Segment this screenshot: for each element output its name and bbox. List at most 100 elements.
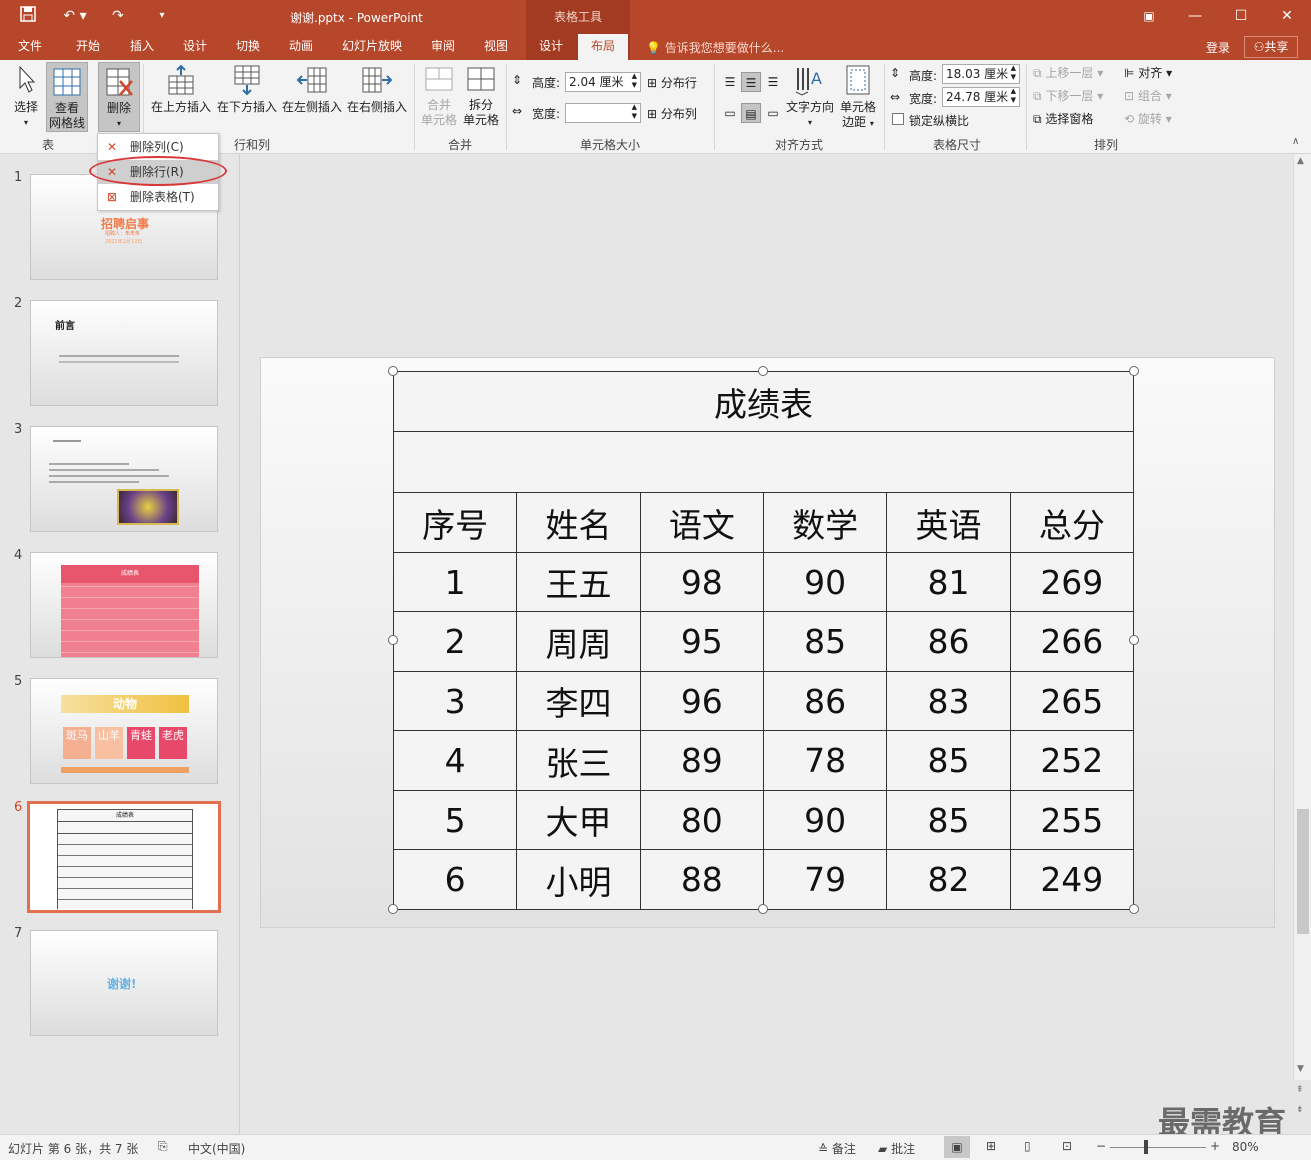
align-left-icon[interactable]: ☰ bbox=[720, 72, 740, 92]
zoom-in-icon[interactable]: + bbox=[1210, 1139, 1220, 1153]
table-cell[interactable]: 81 bbox=[886, 552, 1011, 612]
undo-icon[interactable]: ↶ ▾ bbox=[60, 6, 90, 26]
cell-margins-button[interactable]: 单元格 边距 ▾ bbox=[838, 64, 878, 131]
slide-thumbnail-3[interactable] bbox=[30, 426, 218, 532]
tab-home[interactable]: 开始 bbox=[66, 34, 110, 60]
resize-handle[interactable] bbox=[388, 635, 398, 645]
table-cell[interactable]: 265 bbox=[1009, 671, 1135, 731]
table-cell[interactable]: 王五 bbox=[516, 552, 641, 612]
insert-right-button[interactable]: 在右侧插入 bbox=[344, 64, 410, 115]
table-cell[interactable]: 78 bbox=[762, 730, 888, 791]
next-slide-icon[interactable]: ⇟ bbox=[1296, 1105, 1304, 1115]
align-center-icon[interactable]: ☰ bbox=[741, 72, 761, 92]
align-button[interactable]: ⊫ 对齐 ▾ bbox=[1124, 66, 1172, 81]
table-cell[interactable]: 85 bbox=[762, 611, 888, 672]
spellcheck-icon[interactable]: ⎘ bbox=[158, 1139, 168, 1154]
slide-thumbnail-5[interactable]: 动物 斑马 山羊 青蛙 老虎 bbox=[30, 678, 218, 784]
insert-above-button[interactable]: 在上方插入 bbox=[148, 64, 214, 115]
table-cell[interactable]: 255 bbox=[1009, 790, 1135, 850]
tab-slideshow[interactable]: 幻灯片放映 bbox=[334, 34, 410, 60]
save-icon[interactable] bbox=[18, 6, 38, 26]
header-cell[interactable]: 姓名 bbox=[516, 492, 641, 553]
send-backward-button[interactable]: ⧉ 下移一层 ▾ bbox=[1033, 89, 1103, 104]
login-link[interactable]: 登录 bbox=[1206, 39, 1230, 56]
scroll-up-icon[interactable]: ▲ bbox=[1297, 156, 1304, 166]
table-cell[interactable]: 李四 bbox=[516, 671, 641, 731]
table-cell[interactable]: 83 bbox=[886, 671, 1011, 731]
bring-forward-button[interactable]: ⧉ 上移一层 ▾ bbox=[1033, 66, 1103, 81]
table-cell[interactable]: 4 bbox=[392, 730, 518, 791]
tab-view[interactable]: 视图 bbox=[474, 34, 518, 60]
language-indicator[interactable]: 中文(中国) bbox=[188, 1140, 245, 1157]
table-cell[interactable]: 88 bbox=[639, 849, 764, 910]
lock-aspect-checkbox[interactable] bbox=[892, 113, 904, 125]
table-width-input[interactable]: 24.78 厘米 ▲ ▼ bbox=[942, 87, 1020, 107]
tab-review[interactable]: 审阅 bbox=[421, 34, 465, 60]
table-cell[interactable]: 小明 bbox=[516, 849, 641, 910]
resize-handle[interactable] bbox=[758, 904, 768, 914]
scroll-thumb[interactable] bbox=[1297, 809, 1309, 934]
table-cell[interactable]: 86 bbox=[762, 671, 888, 731]
table-cell[interactable]: 80 bbox=[639, 790, 764, 850]
table-cell[interactable]: 95 bbox=[639, 611, 764, 672]
delete-table-item[interactable]: ⊠ 删除表格(T) bbox=[98, 185, 218, 209]
redo-icon[interactable]: ↷ bbox=[108, 6, 128, 26]
insert-left-button[interactable]: 在左侧插入 bbox=[279, 64, 345, 115]
zoom-level[interactable]: 80% bbox=[1232, 1140, 1259, 1154]
align-right-icon[interactable]: ☰ bbox=[763, 72, 783, 92]
table-cell[interactable]: 249 bbox=[1009, 849, 1135, 910]
slide-thumbnail-2[interactable]: 前言 bbox=[30, 300, 218, 406]
tab-table-design[interactable]: 设计 bbox=[528, 34, 574, 60]
tab-transitions[interactable]: 切换 bbox=[226, 34, 270, 60]
comments-button[interactable]: ▰ 批注 bbox=[878, 1140, 915, 1157]
table-height-input[interactable]: 18.03 厘米 ▲ ▼ bbox=[942, 64, 1020, 84]
tab-animations[interactable]: 动画 bbox=[279, 34, 323, 60]
table-cell[interactable]: 269 bbox=[1009, 552, 1135, 612]
minimize-icon[interactable]: — bbox=[1172, 0, 1218, 32]
header-cell[interactable]: 总分 bbox=[1009, 492, 1135, 553]
zoom-out-icon[interactable]: − bbox=[1096, 1139, 1106, 1153]
resize-handle[interactable] bbox=[1129, 904, 1139, 914]
table-cell[interactable]: 96 bbox=[639, 671, 764, 731]
tell-me-search[interactable]: 💡 告诉我您想要做什么... bbox=[646, 39, 784, 56]
tab-design[interactable]: 设计 bbox=[173, 34, 217, 60]
split-cells-button[interactable]: 拆分 单元格 bbox=[461, 64, 501, 128]
slide-thumbnail-7[interactable]: 谢谢! bbox=[30, 930, 218, 1036]
cell-width-input[interactable]: ▲ ▼ bbox=[565, 103, 641, 123]
normal-view-icon[interactable]: ▣ bbox=[944, 1136, 970, 1158]
slide-thumbnail-6[interactable]: 成绩表 bbox=[27, 801, 221, 913]
share-button[interactable]: ⚇共享 bbox=[1244, 36, 1298, 58]
table-cell[interactable]: 90 bbox=[762, 552, 888, 612]
align-bottom-icon[interactable]: ▭ bbox=[763, 103, 783, 123]
align-middle-icon[interactable]: ▤ bbox=[741, 103, 761, 123]
table-cell[interactable]: 3 bbox=[392, 671, 518, 731]
maximize-icon[interactable]: ☐ bbox=[1218, 0, 1264, 32]
score-table[interactable]: 成绩表 序号 姓名 语文 数学 英语 总分 1 王五 98 90 81 269 2 周周 95… bbox=[392, 371, 1135, 910]
vertical-scrollbar[interactable]: ▲ ▼ bbox=[1293, 154, 1311, 1080]
close-icon[interactable]: ✕ bbox=[1264, 0, 1310, 32]
tab-insert[interactable]: 插入 bbox=[120, 34, 164, 60]
resize-handle[interactable] bbox=[388, 366, 398, 376]
header-cell[interactable]: 序号 bbox=[392, 492, 518, 553]
customize-qat-icon[interactable]: ▾ bbox=[152, 6, 172, 26]
table-cell[interactable]: 82 bbox=[886, 849, 1011, 910]
table-cell[interactable]: 大甲 bbox=[516, 790, 641, 850]
slide-sorter-icon[interactable]: ⊞ bbox=[986, 1139, 996, 1153]
distribute-cols-button[interactable]: ⊞ 分布列 bbox=[647, 105, 697, 122]
scroll-down-icon[interactable]: ▼ bbox=[1297, 1064, 1304, 1074]
group-button[interactable]: ⊡ 组合 ▾ bbox=[1124, 89, 1172, 104]
rotate-button[interactable]: ⟲ 旋转 ▾ bbox=[1124, 112, 1172, 127]
prev-slide-icon[interactable]: ⇞ bbox=[1296, 1085, 1304, 1095]
table-cell[interactable]: 5 bbox=[392, 790, 518, 850]
notes-button[interactable]: ≙ 备注 bbox=[818, 1140, 856, 1157]
header-cell[interactable]: 语文 bbox=[639, 492, 764, 553]
table-cell[interactable]: 周周 bbox=[516, 611, 641, 672]
table-cell[interactable]: 79 bbox=[762, 849, 888, 910]
table-cell[interactable]: 张三 bbox=[516, 730, 641, 791]
align-top-icon[interactable]: ▭ bbox=[720, 103, 740, 123]
slideshow-view-icon[interactable]: ⊡ bbox=[1062, 1139, 1072, 1153]
cell-height-input[interactable]: 2.04 厘米 ▲ ▼ bbox=[565, 72, 641, 92]
zoom-slider-thumb[interactable] bbox=[1144, 1140, 1148, 1154]
delete-button[interactable]: 删除 ▾ bbox=[98, 62, 140, 132]
slide-thumbnail-4[interactable]: 成绩表 bbox=[30, 552, 218, 658]
